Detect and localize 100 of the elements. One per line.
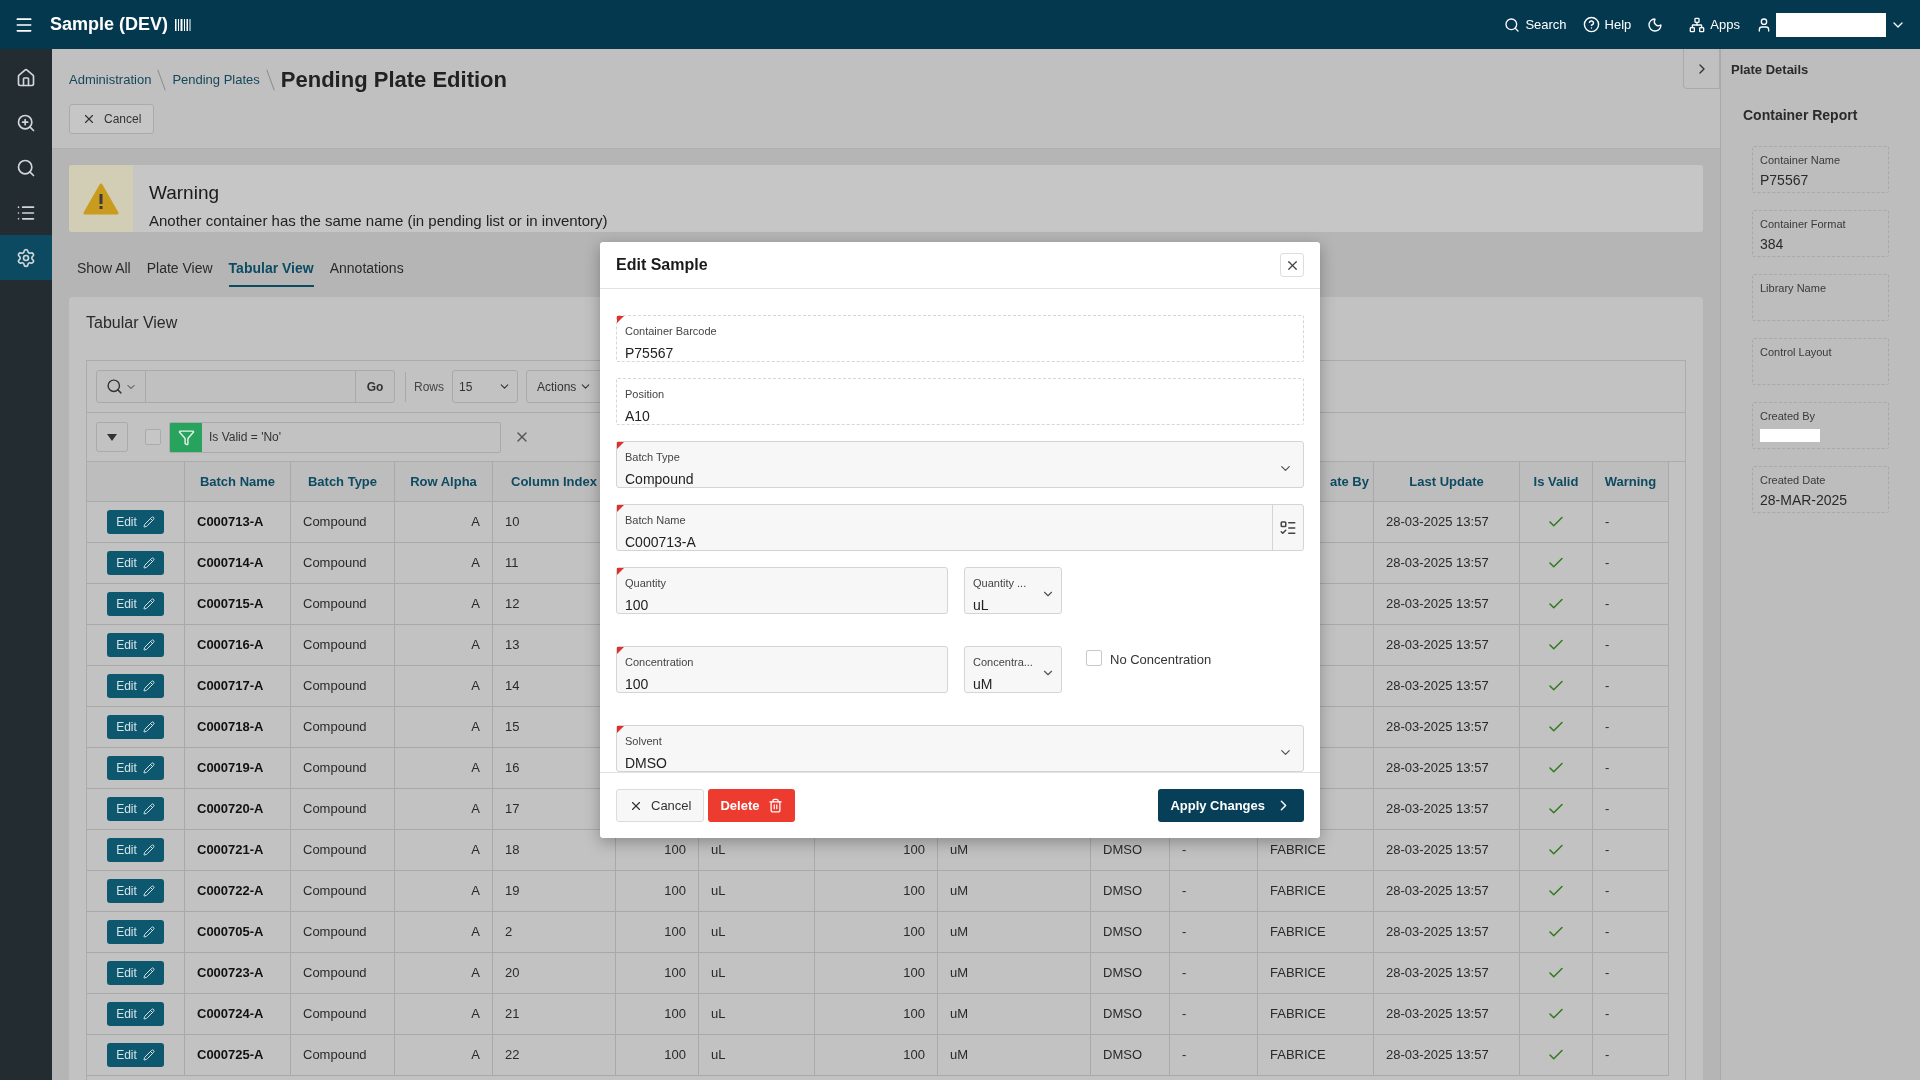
table-cell: - xyxy=(1593,994,1669,1035)
edit-button[interactable]: Edit xyxy=(107,797,164,821)
table-cell: 100 xyxy=(616,953,699,994)
edit-button[interactable]: Edit xyxy=(107,920,164,944)
apply-changes-button[interactable]: Apply Changes xyxy=(1158,789,1304,823)
pencil-icon xyxy=(142,803,155,815)
pencil-icon xyxy=(142,926,155,938)
table-cell: Compound xyxy=(291,502,395,543)
table-cell: - xyxy=(1593,912,1669,953)
pencil-icon xyxy=(142,967,155,979)
field-value: uM xyxy=(973,674,994,694)
help-button[interactable]: Help xyxy=(1582,14,1632,35)
search-button[interactable]: Search xyxy=(1504,14,1567,35)
edit-button[interactable]: Edit xyxy=(107,961,164,985)
edit-button[interactable]: Edit xyxy=(107,1002,164,1026)
table-cell: C000723-A xyxy=(185,953,291,994)
moon-icon[interactable] xyxy=(1647,16,1664,33)
field-label: Quantity xyxy=(625,576,667,592)
input-field[interactable]: Quantity 100 xyxy=(616,567,948,615)
filter-checkbox[interactable] xyxy=(145,429,161,445)
field-value: P75567 xyxy=(625,343,675,363)
checkbox[interactable] xyxy=(1086,650,1102,667)
table-cell: C000715-A xyxy=(185,584,291,625)
table-cell: Compound xyxy=(291,994,395,1035)
search-icon xyxy=(16,157,36,178)
edit-button[interactable]: Edit xyxy=(107,1043,164,1067)
edit-button[interactable]: Edit xyxy=(107,879,164,903)
edit-button[interactable]: Edit xyxy=(107,633,164,657)
table-cell: uL xyxy=(699,1035,815,1076)
field-value: 100 xyxy=(625,674,650,694)
table-cell: 28-03-2025 13:57 xyxy=(1374,748,1520,789)
table-cell: C000718-A xyxy=(185,707,291,748)
panel-toggle-button[interactable] xyxy=(1683,49,1720,89)
list-icon[interactable] xyxy=(1279,518,1297,537)
edit-button[interactable]: Edit xyxy=(107,715,164,739)
collapse-button[interactable] xyxy=(96,422,128,452)
close-icon xyxy=(82,112,96,126)
delete-button[interactable]: Delete xyxy=(708,789,795,823)
table-cell: - xyxy=(1593,543,1669,584)
app-title[interactable]: Sample (DEV) xyxy=(50,11,169,38)
table-cell: A xyxy=(395,912,493,953)
edit-button[interactable]: Edit xyxy=(107,510,164,534)
barcode-icon xyxy=(174,17,193,32)
breadcrumb-link[interactable]: Administration xyxy=(69,69,152,90)
rows-select[interactable]: 15 xyxy=(452,370,518,403)
table-cell: 28-03-2025 13:57 xyxy=(1374,871,1520,912)
edit-button[interactable]: Edit xyxy=(107,551,164,575)
column-header[interactable]: Is Valid xyxy=(1520,462,1593,502)
table-cell: A xyxy=(395,1035,493,1076)
select-field[interactable]: Batch Type Compound xyxy=(616,441,1304,489)
select-field[interactable]: Quantity ... uL xyxy=(964,567,1062,615)
table-cell: 28-03-2025 13:57 xyxy=(1374,789,1520,830)
column-header[interactable]: Batch Type xyxy=(291,462,395,502)
tab[interactable]: Tabular View xyxy=(228,258,314,287)
field-label: Concentra... xyxy=(973,655,1033,671)
field-value: DMSO xyxy=(625,753,667,773)
edit-button[interactable]: Edit xyxy=(107,674,164,698)
pencil-icon xyxy=(142,721,155,733)
column-header[interactable]: Row Alpha xyxy=(395,462,493,502)
edit-button[interactable]: Edit xyxy=(107,838,164,862)
table-cell: uL xyxy=(699,871,815,912)
filter-text: Is Valid = 'No' xyxy=(209,429,282,446)
table-cell: - xyxy=(1170,953,1258,994)
required-marker xyxy=(617,647,624,655)
required-marker xyxy=(617,568,624,576)
edit-button[interactable]: Edit xyxy=(107,756,164,780)
popup-lov-field[interactable]: Batch Name C000713-A xyxy=(616,504,1304,552)
apps-button[interactable]: Apps xyxy=(1689,14,1740,35)
close-button[interactable] xyxy=(1280,253,1304,278)
tab[interactable]: Annotations xyxy=(329,258,404,287)
table-cell: - xyxy=(1593,502,1669,543)
column-header[interactable]: Last Update xyxy=(1374,462,1520,502)
field-label: Library Name xyxy=(1760,280,1828,296)
column-header[interactable]: Batch Name xyxy=(185,462,291,502)
select-field[interactable]: Concentra... uM xyxy=(964,646,1062,694)
table-cell: - xyxy=(1170,912,1258,953)
tab[interactable]: Plate View xyxy=(146,258,213,287)
pencil-icon xyxy=(142,762,155,774)
input-field[interactable]: Concentration 100 xyxy=(616,646,948,694)
breadcrumb-link[interactable]: Pending Plates xyxy=(172,69,260,90)
edit-button[interactable]: Edit xyxy=(107,592,164,616)
pencil-icon xyxy=(142,598,155,610)
table-cell: - xyxy=(1593,953,1669,994)
table-cell: uL xyxy=(699,994,815,1035)
cancel-button[interactable]: Cancel xyxy=(616,789,705,823)
tab[interactable]: Show All xyxy=(77,258,131,287)
select-field[interactable]: Solvent DMSO xyxy=(616,725,1304,773)
table-cell: - xyxy=(1593,584,1669,625)
table-cell: C000719-A xyxy=(185,748,291,789)
nav-item[interactable] xyxy=(0,235,52,280)
table-cell: 22 xyxy=(493,1035,616,1076)
cancel-button[interactable]: Cancel xyxy=(69,104,155,134)
search-field[interactable]: Go xyxy=(96,370,395,403)
column-header[interactable]: Warning xyxy=(1593,462,1669,502)
go-button[interactable]: Go xyxy=(355,371,394,402)
field-label: Container Format xyxy=(1760,216,1847,232)
table-cell: A xyxy=(395,707,493,748)
filter-chip[interactable]: Is Valid = 'No' xyxy=(169,421,501,453)
table-cell: - xyxy=(1593,871,1669,912)
table-cell: Compound xyxy=(291,871,395,912)
